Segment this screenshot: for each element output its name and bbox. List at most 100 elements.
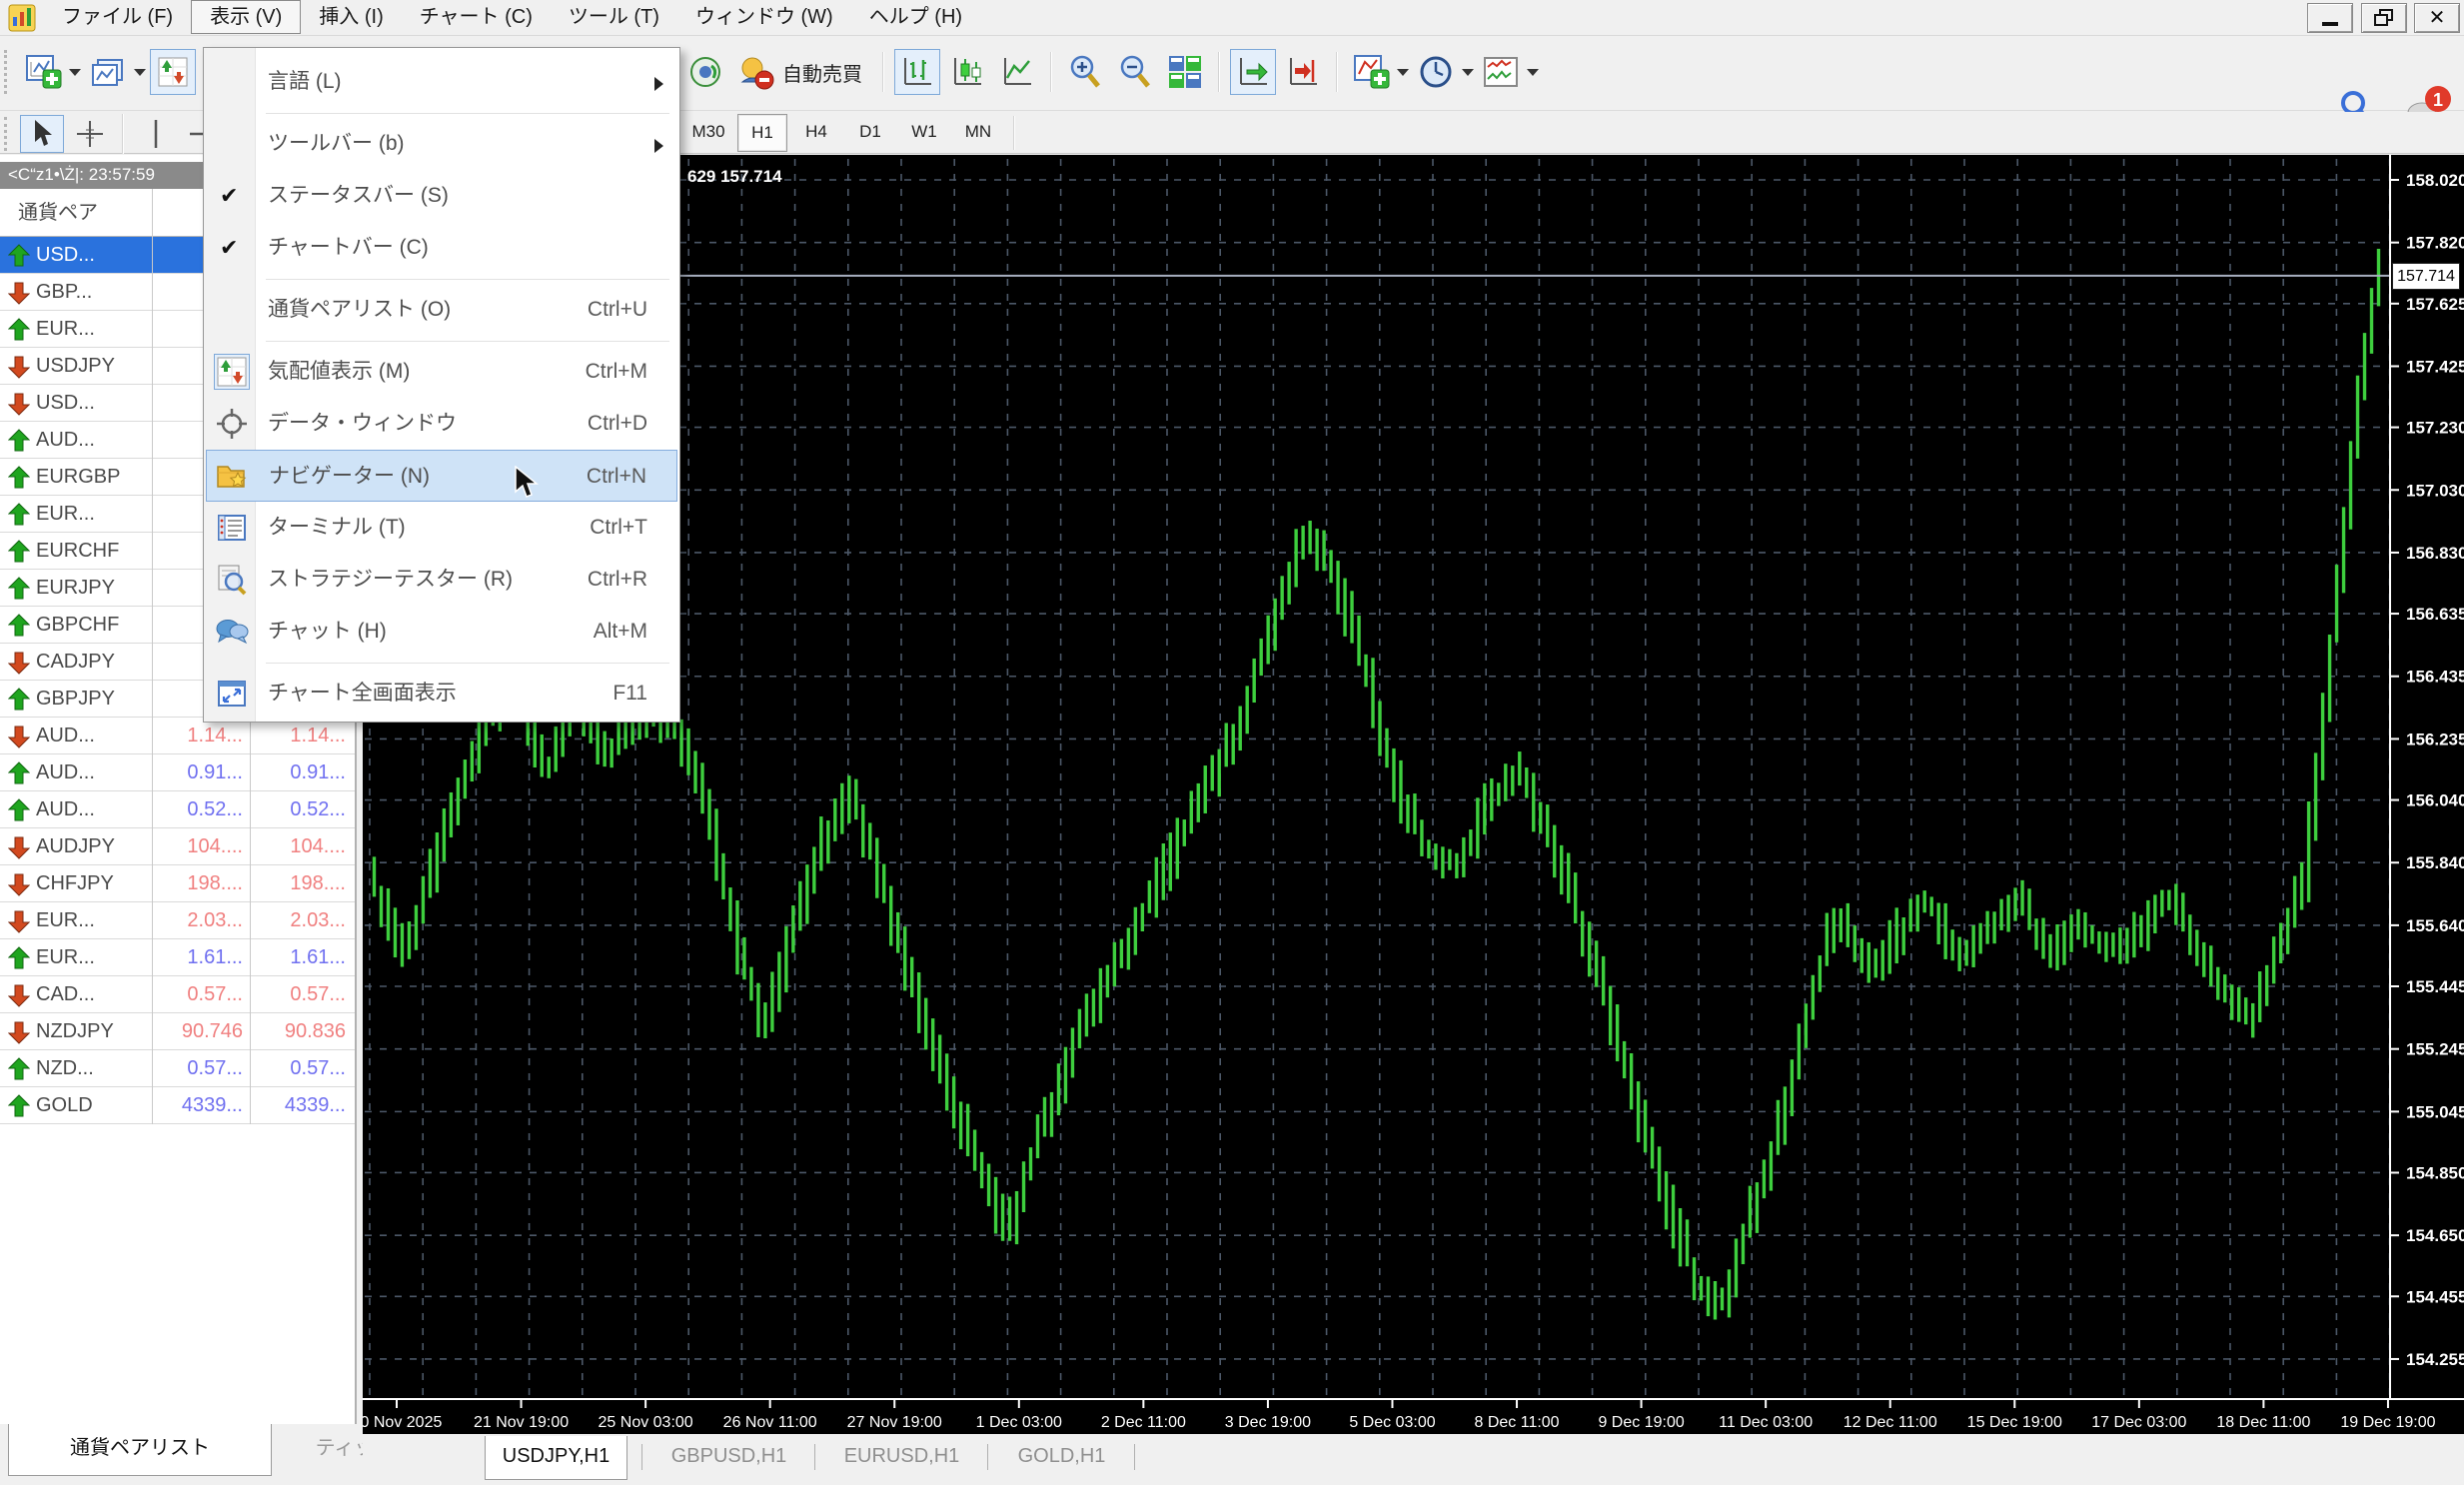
tile-windows-button[interactable] <box>1162 49 1208 95</box>
crosshair-tool[interactable] <box>68 115 112 153</box>
news-button[interactable] <box>682 49 728 95</box>
menu-shortcut: Ctrl+M <box>586 346 647 398</box>
table-row[interactable]: EUR...2.03...2.03... <box>0 902 355 939</box>
menu-item-3[interactable]: チャート (C) <box>402 0 551 34</box>
menu-item-1[interactable]: 表示 (V) <box>191 0 301 34</box>
chart-tab-gbpusd-h1[interactable]: GBPUSD,H1 <box>657 1436 800 1480</box>
down-arrow-icon <box>8 392 30 416</box>
symbol-label: EURCHF <box>36 533 119 569</box>
market-watch-icon <box>214 354 250 390</box>
news-icon <box>682 49 728 95</box>
market-watch-toggle[interactable] <box>150 49 196 95</box>
auto-scroll-icon <box>1230 49 1276 95</box>
line-chart-button[interactable] <box>994 49 1040 95</box>
timeframe-W1[interactable]: W1 <box>899 114 949 152</box>
menu-item-2[interactable]: 挿入 (I) <box>301 0 401 34</box>
periods-button[interactable] <box>1413 49 1474 95</box>
table-row[interactable]: GOLD4339...4339... <box>0 1087 355 1124</box>
menu-item-4[interactable]: ✔チャートバー (C) <box>206 222 677 274</box>
menu-item-12[interactable]: ストラテジーテスター (R)Ctrl+R <box>206 554 677 606</box>
menu-item-6[interactable]: ヘルプ (H) <box>851 0 980 34</box>
zoom-in-button[interactable] <box>1062 49 1108 95</box>
menu-item-0[interactable]: 言語 (L) <box>206 56 677 108</box>
svg-text:9 Dec 19:00: 9 Dec 19:00 <box>1598 1414 1684 1431</box>
indicators-icon <box>1348 49 1394 95</box>
table-row[interactable]: NZD...0.57...0.57... <box>0 1050 355 1087</box>
svg-text:155.640: 155.640 <box>2406 916 2464 935</box>
timeframe-H4[interactable]: H4 <box>791 114 841 152</box>
menu-item-2[interactable]: ツールバー (b) <box>206 118 677 170</box>
ask-value: 0.52... <box>251 791 351 827</box>
timeframe-M30[interactable]: M30 <box>683 114 733 152</box>
menu-item-5[interactable]: ウィンドウ (W) <box>677 0 851 34</box>
menu-item-13[interactable]: チャット (H)Alt+M <box>206 606 677 658</box>
chart-tab-gold-h1[interactable]: GOLD,H1 <box>1003 1436 1120 1480</box>
chart-shift-icon <box>1280 49 1326 95</box>
tab-divider <box>1134 1444 1135 1470</box>
zoom-out-button[interactable] <box>1112 49 1158 95</box>
terminal-icon <box>214 510 250 546</box>
bar-chart-button[interactable] <box>894 49 940 95</box>
table-row[interactable]: AUD...0.91...0.91... <box>0 754 355 791</box>
chart-tab-eurusd-h1[interactable]: EURUSD,H1 <box>830 1436 973 1480</box>
menu-item-label: 言語 (L) <box>268 56 342 108</box>
ohlc-info-label: 629 157.714 <box>687 167 782 186</box>
tab-symbols[interactable]: 通貨ペアリスト <box>8 1424 272 1476</box>
menu-item-4[interactable]: ツール (T) <box>551 0 677 34</box>
symbol-label: GBP... <box>36 274 92 310</box>
menu-item-0[interactable]: ファイル (F) <box>44 0 191 34</box>
chart-tab-usdjpy-h1[interactable]: USDJPY,H1 <box>485 1436 627 1480</box>
menu-item-10[interactable]: ナビゲーター (N)Ctrl+N <box>206 450 677 502</box>
table-row[interactable]: AUD...0.52...0.52... <box>0 791 355 828</box>
up-arrow-icon <box>8 688 30 712</box>
menu-item-6[interactable]: 通貨ペアリスト (O)Ctrl+U <box>206 284 677 336</box>
down-arrow-icon <box>8 651 30 675</box>
new-chart-button[interactable] <box>20 49 81 95</box>
svg-text:157.820: 157.820 <box>2406 234 2464 253</box>
symbol-label: GOLD <box>36 1087 93 1123</box>
timeframe-MN[interactable]: MN <box>953 114 1003 152</box>
profiles-button[interactable] <box>85 49 146 95</box>
vertical-line-tool[interactable] <box>134 115 178 153</box>
table-row[interactable]: NZDJPY90.74690.836 <box>0 1013 355 1050</box>
menu-item-3[interactable]: ✔ステータスバー (S) <box>206 170 677 222</box>
candlestick-button[interactable] <box>944 49 990 95</box>
close-button[interactable]: ✕ <box>2414 3 2460 33</box>
data-window-icon <box>214 406 250 442</box>
menu-item-8[interactable]: 気配値表示 (M)Ctrl+M <box>206 346 677 398</box>
indicators-button[interactable] <box>1348 49 1409 95</box>
chart-shift-button[interactable] <box>1280 49 1326 95</box>
symbol-label: AUD... <box>36 718 95 753</box>
down-arrow-icon <box>8 909 30 933</box>
table-row[interactable]: AUDJPY104....104.... <box>0 828 355 865</box>
cursor-tool[interactable] <box>20 115 64 153</box>
menu-item-11[interactable]: ターミナル (T)Ctrl+T <box>206 502 677 554</box>
symbol-label: GBPCHF <box>36 607 119 643</box>
svg-text:19 Dec 19:00: 19 Dec 19:00 <box>2340 1414 2435 1431</box>
table-row[interactable]: EUR...1.61...1.61... <box>0 939 355 976</box>
minimize-button[interactable] <box>2307 3 2353 33</box>
view-menu-dropdown: 言語 (L) ツールバー (b)✔ステータスバー (S)✔チャートバー (C) 通貨… <box>203 47 680 723</box>
down-arrow-icon <box>8 281 30 305</box>
timeframe-H1[interactable]: H1 <box>737 114 787 152</box>
svg-text:18 Dec 11:00: 18 Dec 11:00 <box>2216 1414 2310 1431</box>
table-row[interactable]: CHFJPY198....198.... <box>0 865 355 902</box>
menu-item-15[interactable]: チャート全画面表示F11 <box>206 668 677 720</box>
fullscreen-icon <box>214 676 250 712</box>
ask-value: 0.57... <box>251 976 351 1012</box>
window-controls: ✕ <box>2304 3 2460 33</box>
timeframe-D1[interactable]: D1 <box>845 114 895 152</box>
table-row[interactable]: AUD...1.14...1.14... <box>0 718 355 754</box>
restore-button[interactable] <box>2361 3 2407 33</box>
table-row[interactable]: CAD...0.57...0.57... <box>0 976 355 1013</box>
templates-button[interactable] <box>1478 49 1539 95</box>
menu-item-9[interactable]: データ・ウィンドウCtrl+D <box>206 398 677 450</box>
svg-text:155.245: 155.245 <box>2406 1040 2464 1059</box>
checkmark-icon: ✔ <box>220 170 238 222</box>
dropdown-caret-icon <box>1527 69 1539 76</box>
menu-item-label: チャット (H) <box>268 606 387 658</box>
auto-trading-button[interactable]: 自動売買 <box>732 49 872 95</box>
auto-scroll-button[interactable] <box>1230 49 1276 95</box>
svg-text:154.255: 154.255 <box>2406 1350 2464 1369</box>
ask-value: 1.61... <box>251 939 351 975</box>
